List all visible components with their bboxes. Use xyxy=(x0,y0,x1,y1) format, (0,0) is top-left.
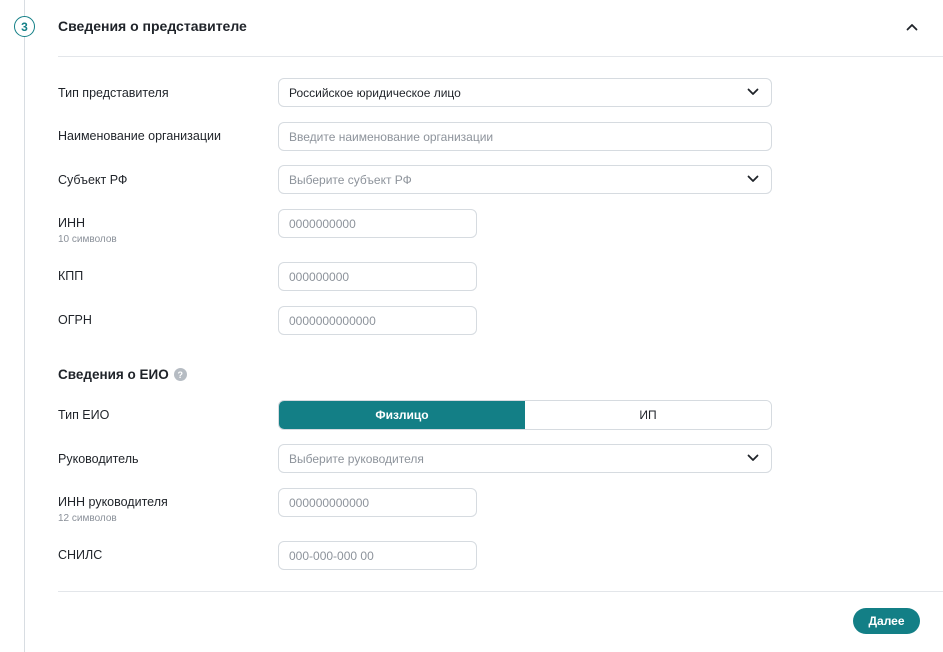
head-inn-hint: 12 символов xyxy=(58,513,117,524)
head-inn-input[interactable]: 000000000000 xyxy=(278,488,477,517)
rep-type-label: Тип представителя xyxy=(58,86,169,100)
kpp-placeholder: 000000000 xyxy=(289,269,350,284)
help-icon[interactable]: ? xyxy=(173,368,187,381)
kpp-label: КПП xyxy=(58,269,84,283)
inn-placeholder: 0000000000 xyxy=(289,216,356,231)
section-title: Сведения о представителе xyxy=(58,18,247,34)
eio-title-text: Сведения о ЕИО xyxy=(58,367,169,382)
section-divider xyxy=(58,56,943,57)
next-button[interactable]: Далее xyxy=(853,608,920,634)
inn-hint: 10 символов xyxy=(58,234,117,245)
org-name-input[interactable]: Введите наименование организации xyxy=(278,122,772,151)
head-inn-label: ИНН руководителя xyxy=(58,495,168,509)
rep-type-select[interactable]: Российское юридическое лицо xyxy=(278,78,772,107)
inn-label: ИНН xyxy=(58,216,86,230)
snils-input[interactable]: 000-000-000 00 xyxy=(278,541,477,570)
step-number-badge: 3 xyxy=(14,16,35,37)
head-placeholder: Выберите руководителя xyxy=(289,451,424,466)
chevron-down-icon xyxy=(747,88,759,95)
inn-input[interactable]: 0000000000 xyxy=(278,209,477,238)
head-inn-placeholder: 000000000000 xyxy=(289,495,370,510)
region-placeholder: Выберите субъект РФ xyxy=(289,172,412,187)
org-name-label: Наименование организации xyxy=(58,129,221,143)
kpp-input[interactable]: 000000000 xyxy=(278,262,477,291)
chevron-down-icon xyxy=(747,175,759,182)
region-label: Субъект РФ xyxy=(58,173,128,187)
region-select[interactable]: Выберите субъект РФ xyxy=(278,165,772,194)
eio-type-option-entrepreneur[interactable]: ИП xyxy=(525,401,771,429)
eio-type-option-individual[interactable]: Физлицо xyxy=(279,401,525,429)
eio-type-label: Тип ЕИО xyxy=(58,408,110,422)
head-select[interactable]: Выберите руководителя xyxy=(278,444,772,473)
snils-label: СНИЛС xyxy=(58,548,103,562)
rep-type-value: Российское юридическое лицо xyxy=(289,85,461,100)
ogrn-placeholder: 0000000000000 xyxy=(289,313,376,328)
ogrn-label: ОГРН xyxy=(58,313,92,327)
ogrn-input[interactable]: 0000000000000 xyxy=(278,306,477,335)
snils-placeholder: 000-000-000 00 xyxy=(289,548,374,563)
step-timeline-line xyxy=(24,0,25,652)
footer-divider xyxy=(58,591,943,592)
chevron-down-icon xyxy=(747,454,759,461)
org-name-placeholder: Введите наименование организации xyxy=(289,129,494,144)
chevron-up-icon[interactable] xyxy=(903,18,921,36)
head-label: Руководитель xyxy=(58,452,139,466)
eio-section-title: Сведения о ЕИО ? xyxy=(58,367,187,382)
eio-type-toggle: Физлицо ИП xyxy=(278,400,772,430)
